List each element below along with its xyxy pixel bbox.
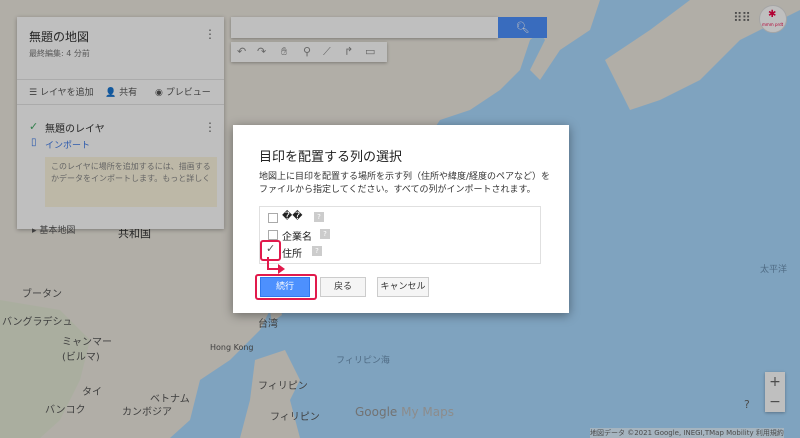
column-list: �� ? 企業名 ? ✓ 住所 ? bbox=[259, 206, 541, 264]
dialog-description: 地図上に目印を配置する場所を示す列（住所や緯度/経度のペアなど）をファイルから指… bbox=[259, 172, 551, 195]
help-icon[interactable]: ? bbox=[314, 212, 324, 222]
column-label: 企業名 bbox=[282, 232, 312, 243]
back-button[interactable]: 戻る bbox=[320, 277, 366, 297]
help-icon[interactable]: ? bbox=[320, 229, 330, 239]
column-row[interactable]: 企業名 ? bbox=[268, 228, 368, 243]
column-label: �� bbox=[282, 211, 303, 222]
column-select-dialog: 目印を配置する列の選択 地図上に目印を配置する場所を示す列（住所や緯度/経度のペ… bbox=[233, 125, 569, 313]
column-row[interactable]: �� ? bbox=[268, 211, 368, 225]
cancel-button[interactable]: キャンセル bbox=[377, 277, 429, 297]
continue-button[interactable]: 続行 bbox=[260, 277, 310, 297]
column-checkbox[interactable] bbox=[268, 230, 278, 240]
dialog-title: 目印を配置する列の選択 bbox=[259, 150, 403, 165]
column-checkbox[interactable] bbox=[268, 213, 278, 223]
help-icon[interactable]: ? bbox=[312, 246, 322, 256]
